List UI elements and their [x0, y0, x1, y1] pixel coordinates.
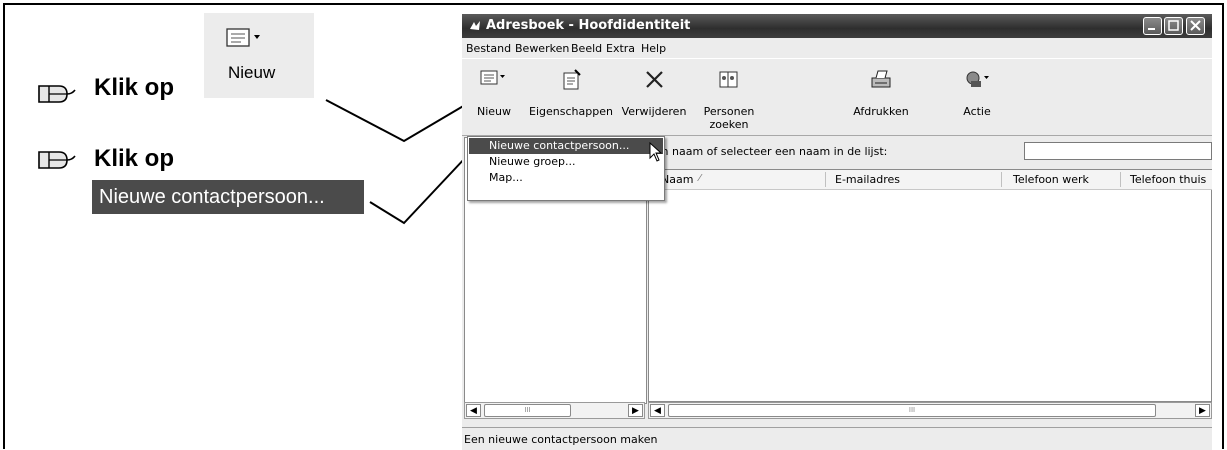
toolbar-delete-button[interactable]: Verwijderen — [620, 59, 688, 135]
toolbar-action-label: Actie — [963, 105, 991, 118]
toolbar-properties-label: Eigenschappen — [529, 105, 613, 118]
menu-beeld[interactable]: Beeld — [571, 42, 602, 55]
menu-bestand[interactable]: Bestand — [466, 42, 511, 55]
column-phone-work[interactable]: Telefoon werk — [1013, 173, 1089, 186]
action-icon — [966, 71, 989, 87]
menu-bar: Bestand Bewerken Beeld Extra Help — [462, 38, 1212, 57]
delete-icon — [646, 71, 663, 88]
column-name[interactable]: Naam — [661, 173, 693, 186]
contacts-list[interactable]: Naam ⁄ E-mailadres Telefoon werk Telefoo… — [648, 169, 1212, 402]
find-people-icon — [719, 71, 738, 88]
printer-icon — [871, 70, 891, 88]
close-icon — [1190, 20, 1201, 31]
maximize-button[interactable] — [1164, 17, 1183, 35]
sort-indicator-icon: ⁄ — [699, 173, 701, 184]
column-email[interactable]: E-mailadres — [835, 173, 900, 186]
scroll-thumb[interactable]: III — [668, 404, 1156, 417]
toolbar-properties-button[interactable]: Eigenschappen — [524, 59, 618, 135]
scroll-left-button[interactable]: ◀ — [466, 404, 481, 417]
status-text: Een nieuwe contactpersoon maken — [464, 433, 658, 446]
folder-pane-scrollbar[interactable]: ◀ III ▶ — [464, 402, 645, 419]
toolbar-find-people-button[interactable]: Personen zoeken — [694, 59, 764, 135]
scroll-left-button[interactable]: ◀ — [650, 404, 665, 417]
toolbar-print-label: Afdrukken — [853, 105, 909, 118]
menu-item-folder[interactable]: Map... — [469, 170, 663, 186]
scroll-thumb[interactable]: III — [484, 404, 571, 417]
scroll-right-button[interactable]: ▶ — [628, 404, 643, 417]
toolbar: Nieuw Eigenschappen Verwijderen Personen… — [462, 58, 1212, 136]
toolbar-print-button[interactable]: Afdrukken — [842, 59, 920, 135]
column-phone-home[interactable]: Telefoon thuis — [1130, 173, 1206, 186]
status-bar: Een nieuwe contactpersoon maken — [462, 427, 1212, 450]
minimize-button[interactable] — [1143, 17, 1162, 35]
search-label: een naam of selecteer een naam in de lij… — [648, 145, 888, 158]
close-button[interactable] — [1186, 17, 1205, 35]
address-book-window: Adresboek - Hoofdidentiteit Bestand Bewe… — [462, 14, 1212, 450]
search-input[interactable] — [1024, 142, 1212, 160]
properties-icon — [563, 69, 581, 90]
toolbar-new-button[interactable]: Nieuw — [466, 59, 522, 135]
menu-item-new-group[interactable]: Nieuwe groep... — [469, 154, 663, 170]
maximize-icon — [1168, 20, 1179, 31]
new-card-icon — [480, 70, 505, 85]
toolbar-find-people-label: Personen zoeken — [703, 105, 755, 131]
contacts-scrollbar[interactable]: ◀ III ▶ — [648, 402, 1212, 419]
column-header: Naam ⁄ E-mailadres Telefoon werk Telefoo… — [649, 170, 1212, 190]
toolbar-new-label: Nieuw — [476, 105, 512, 118]
toolbar-delete-label: Verwijderen — [621, 105, 687, 118]
minimize-icon — [1148, 28, 1155, 30]
menu-item-new-contact[interactable]: Nieuwe contactpersoon... — [469, 138, 663, 154]
scroll-right-button[interactable]: ▶ — [1195, 404, 1210, 417]
window-title: Adresboek - Hoofdidentiteit — [486, 18, 691, 33]
address-book-icon — [470, 21, 480, 30]
menu-extra[interactable]: Extra — [606, 42, 635, 55]
menu-bewerken[interactable]: Bewerken — [515, 42, 569, 55]
title-bar: Adresboek - Hoofdidentiteit — [462, 14, 1212, 38]
toolbar-action-button[interactable]: Actie — [952, 59, 1002, 135]
contacts-pane: een naam of selecteer een naam in de lij… — [648, 137, 1212, 427]
mouse-cursor-icon — [649, 142, 663, 162]
menu-help[interactable]: Help — [641, 42, 666, 55]
new-dropdown-menu: Nieuwe contactpersoon... Nieuwe groep...… — [467, 136, 665, 201]
